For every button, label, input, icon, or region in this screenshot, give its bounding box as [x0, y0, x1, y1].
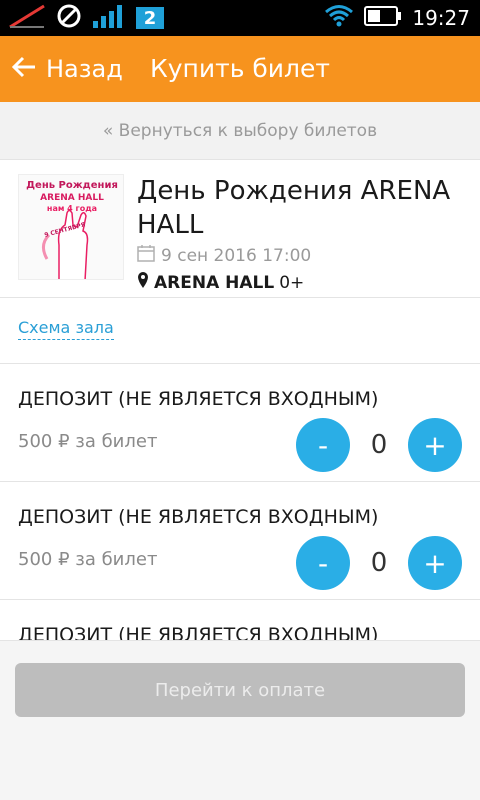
- event-poster: День Рождения ARENA HALL нам 4 года 9 СЕ…: [18, 174, 124, 280]
- action-bar: Назад Купить билет: [0, 36, 480, 102]
- signal-icon: [92, 3, 126, 33]
- poster-line1: День Рождения: [26, 180, 118, 191]
- location-pin-icon: [137, 271, 149, 294]
- increase-button[interactable]: +: [408, 418, 462, 472]
- page-title: Купить билет: [150, 54, 330, 83]
- poster-line2: ARENA HALL: [40, 193, 104, 203]
- age-rating: 0+: [279, 272, 305, 293]
- event-title: День Рождения ARENA HALL: [137, 176, 451, 240]
- battery-icon: [364, 5, 402, 31]
- hall-scheme-row: Схема зала: [0, 298, 480, 364]
- back-arrow-icon: [10, 53, 38, 85]
- event-card: День Рождения ARENA HALL нам 4 года 9 СЕ…: [0, 160, 480, 298]
- ticket-row: ДЕПОЗИТ (НЕ ЯВЛЯЕТСЯ ВХОДНЫМ) 500 ₽ за б…: [0, 364, 480, 482]
- ticket-row: ДЕПОЗИТ (НЕ ЯВЛЯЕТСЯ ВХОДНЫМ) 500 ₽ за б…: [0, 482, 480, 600]
- event-date-row: 9 сен 2016 17:00: [137, 244, 311, 267]
- quantity-value: 0: [370, 548, 388, 578]
- back-button[interactable]: Назад: [10, 48, 123, 90]
- sim-badge: 2: [136, 7, 164, 29]
- blocked-icon: [56, 3, 82, 33]
- ticket-name: ДЕПОЗИТ (НЕ ЯВЛЯЕТСЯ ВХОДНЫМ): [18, 506, 379, 528]
- clock: 19:27: [412, 6, 470, 30]
- wifi-icon: [324, 4, 354, 32]
- back-label: Назад: [46, 55, 123, 83]
- return-to-tickets-link[interactable]: « Вернуться к выбору билетов: [0, 102, 480, 160]
- decrease-button[interactable]: -: [296, 536, 350, 590]
- status-bar: 2 19:27: [0, 0, 480, 36]
- event-date: 9 сен 2016 17:00: [161, 245, 312, 266]
- no-sim-icon: [8, 3, 46, 33]
- quantity-value: 0: [370, 430, 388, 460]
- quantity-stepper: - 0 +: [296, 418, 462, 472]
- footer: Перейти к оплате: [0, 640, 480, 800]
- event-venue-row: ARENA HALL 0+: [137, 271, 304, 294]
- decrease-button[interactable]: -: [296, 418, 350, 472]
- hall-scheme-link[interactable]: Схема зала: [18, 318, 114, 340]
- ticket-price: 500 ₽ за билет: [18, 549, 158, 570]
- quantity-stepper: - 0 +: [296, 536, 462, 590]
- ticket-price: 500 ₽ за билет: [18, 431, 158, 452]
- ticket-name: ДЕПОЗИТ (НЕ ЯВЛЯЕТСЯ ВХОДНЫМ): [18, 388, 379, 410]
- increase-button[interactable]: +: [408, 536, 462, 590]
- proceed-to-payment-button[interactable]: Перейти к оплате: [15, 663, 465, 717]
- venue-name: ARENA HALL: [154, 272, 275, 293]
- calendar-icon: [137, 244, 155, 267]
